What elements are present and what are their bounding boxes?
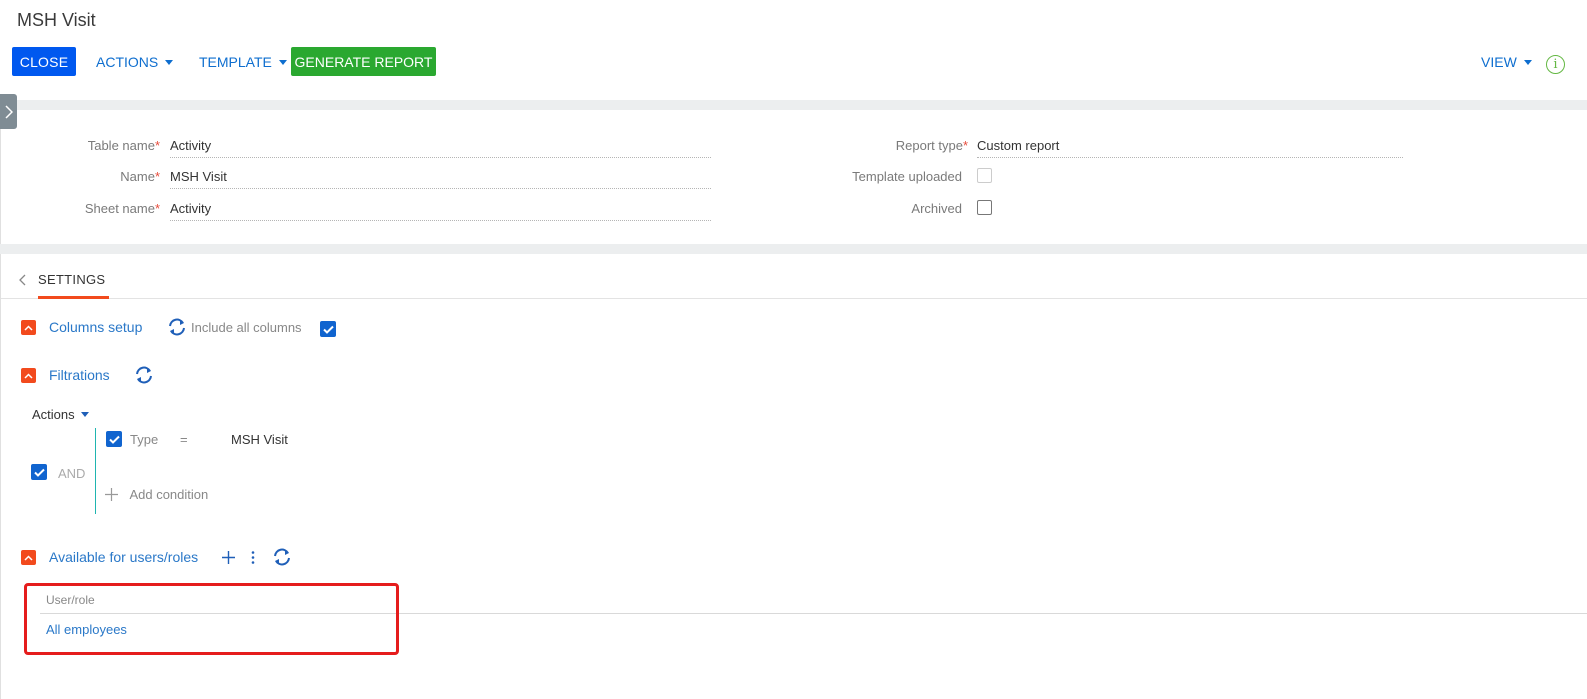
report-type-label: Report type* — [895, 138, 968, 153]
filter-actions-label: Actions — [32, 407, 75, 422]
available-title[interactable]: Available for users/roles — [49, 549, 198, 565]
chevron-up-icon — [24, 372, 33, 379]
refresh-icon[interactable] — [167, 318, 187, 341]
section-divider — [0, 244, 1587, 254]
filter-group-line — [95, 428, 96, 514]
include-all-columns-checkbox[interactable] — [320, 321, 336, 337]
chevron-up-icon — [24, 324, 33, 331]
view-menu-label: VIEW — [1481, 54, 1517, 70]
refresh-icon[interactable] — [134, 366, 154, 389]
actions-menu-label: ACTIONS — [96, 54, 159, 70]
tab-bar — [0, 254, 1587, 299]
filter-actions-menu[interactable]: Actions — [32, 407, 89, 422]
caret-down-icon — [1523, 59, 1532, 65]
filter-group-checkbox[interactable] — [31, 464, 47, 480]
generate-report-button[interactable]: GENERATE REPORT — [291, 47, 436, 76]
filtrations-collapse-button[interactable] — [21, 368, 36, 383]
caret-down-icon — [165, 59, 174, 65]
tab-active-indicator — [38, 296, 109, 299]
condition-value[interactable]: MSH Visit — [231, 432, 288, 447]
actions-menu-button[interactable]: ACTIONS — [96, 54, 174, 70]
chevron-right-icon — [4, 104, 13, 119]
tab-settings[interactable]: SETTINGS — [38, 272, 105, 287]
close-button[interactable]: CLOSE — [12, 47, 76, 76]
more-vertical-icon[interactable] — [250, 550, 256, 570]
chevron-left-icon[interactable] — [18, 273, 26, 289]
include-all-columns-label: Include all columns — [191, 320, 302, 335]
chevron-up-icon — [24, 554, 33, 561]
name-field[interactable]: MSH Visit — [170, 167, 711, 189]
add-condition-label: Add condition — [129, 487, 209, 503]
template-uploaded-label: Template uploaded — [852, 169, 962, 184]
condition-operator[interactable]: = — [180, 432, 188, 447]
sidebar-toggle[interactable] — [0, 94, 17, 129]
sheet-name-label: Sheet name* — [84, 201, 160, 216]
page-title: MSH Visit — [17, 10, 96, 30]
columns-setup-title[interactable]: Columns setup — [49, 319, 142, 335]
available-collapse-button[interactable] — [21, 550, 36, 565]
sheet-name-field[interactable]: Activity — [170, 199, 711, 221]
template-menu-label: TEMPLATE — [199, 54, 272, 70]
content-border — [0, 254, 1, 699]
section-divider — [0, 100, 1587, 110]
filter-group-operator[interactable]: AND — [58, 466, 85, 481]
archived-checkbox[interactable] — [977, 200, 992, 215]
columns-setup-collapse-button[interactable] — [21, 320, 36, 335]
template-uploaded-checkbox — [977, 168, 992, 183]
condition-column[interactable]: Type — [130, 432, 158, 447]
report-type-field[interactable]: Custom report — [977, 136, 1403, 158]
check-icon — [108, 435, 120, 444]
template-menu-button[interactable]: TEMPLATE — [199, 54, 287, 70]
check-icon — [33, 468, 45, 477]
check-icon — [322, 325, 334, 334]
refresh-icon[interactable] — [272, 548, 292, 571]
filtrations-title[interactable]: Filtrations — [49, 367, 110, 383]
archived-label: Archived — [911, 201, 962, 216]
table-name-field[interactable]: Activity — [170, 136, 711, 158]
view-menu-button[interactable]: VIEW — [1481, 54, 1532, 70]
highlight-annotation-box — [24, 583, 399, 655]
table-name-label: Table name* — [87, 138, 160, 153]
caret-down-icon — [80, 412, 89, 417]
plus-icon — [105, 488, 118, 502]
name-label: Name* — [120, 169, 160, 184]
caret-down-icon — [278, 59, 287, 65]
add-condition-button[interactable]: Add condition — [104, 486, 208, 504]
add-icon[interactable] — [221, 550, 236, 570]
info-icon[interactable]: i — [1546, 55, 1565, 74]
condition-checkbox[interactable] — [106, 431, 122, 447]
